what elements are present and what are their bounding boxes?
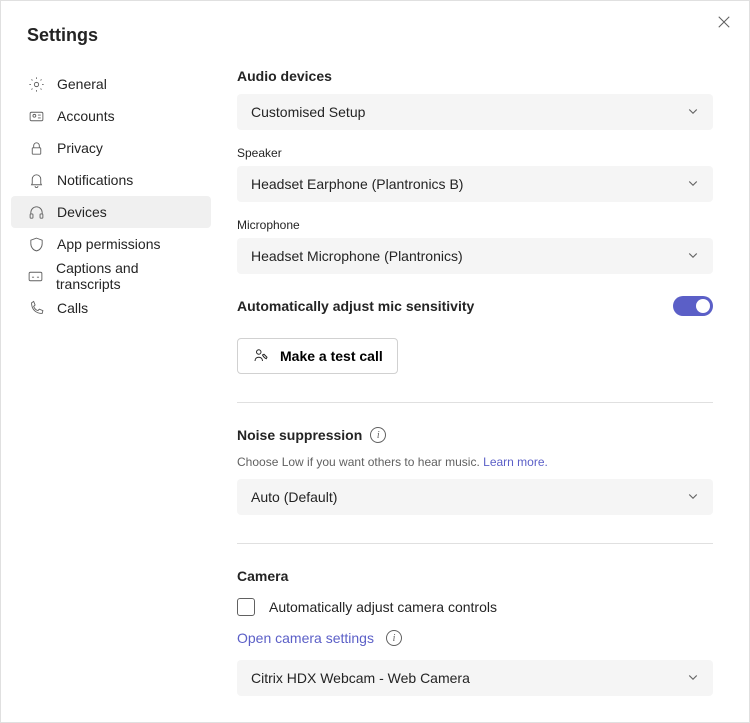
camera-select[interactable]: Citrix HDX Webcam - Web Camera [237, 660, 713, 696]
learn-more-link[interactable]: Learn more. [483, 455, 548, 469]
chevron-down-icon [687, 489, 699, 505]
info-icon[interactable]: i [386, 630, 402, 646]
speaker-value: Headset Earphone (Plantronics B) [251, 176, 463, 192]
captions-icon [27, 267, 44, 285]
audio-device-value: Customised Setup [251, 104, 365, 120]
gear-icon [27, 75, 45, 93]
headset-icon [27, 203, 45, 221]
chevron-down-icon [687, 670, 699, 686]
sidebar-item-label: Captions and transcripts [56, 260, 195, 292]
noise-help-text: Choose Low if you want others to hear mu… [237, 455, 713, 469]
mic-sensitivity-label: Automatically adjust mic sensitivity [237, 298, 474, 314]
microphone-value: Headset Microphone (Plantronics) [251, 248, 463, 264]
audio-devices-heading: Audio devices [237, 68, 713, 84]
microphone-label: Microphone [237, 218, 713, 232]
chevron-down-icon [687, 176, 699, 192]
shield-icon [27, 235, 45, 253]
person-call-icon [252, 346, 270, 367]
auto-adjust-camera-label: Automatically adjust camera controls [269, 599, 497, 615]
noise-suppression-select[interactable]: Auto (Default) [237, 479, 713, 515]
noise-suppression-heading: Noise suppression [237, 427, 362, 443]
chevron-down-icon [687, 248, 699, 264]
mic-sensitivity-toggle[interactable] [673, 296, 713, 316]
speaker-select[interactable]: Headset Earphone (Plantronics B) [237, 166, 713, 202]
phone-icon [27, 299, 45, 317]
close-button[interactable] [717, 15, 733, 31]
speaker-label: Speaker [237, 146, 713, 160]
make-test-call-button[interactable]: Make a test call [237, 338, 398, 374]
audio-device-select[interactable]: Customised Setup [237, 94, 713, 130]
auto-adjust-camera-checkbox[interactable] [237, 598, 255, 616]
camera-heading: Camera [237, 568, 713, 584]
info-icon[interactable]: i [370, 427, 386, 443]
sidebar-item-notifications[interactable]: Notifications [11, 164, 211, 196]
bell-icon [27, 171, 45, 189]
section-divider [237, 402, 713, 403]
lock-icon [27, 139, 45, 157]
sidebar-item-app-permissions[interactable]: App permissions [11, 228, 211, 260]
chevron-down-icon [687, 104, 699, 120]
camera-value: Citrix HDX Webcam - Web Camera [251, 670, 470, 686]
make-test-call-label: Make a test call [280, 348, 383, 364]
section-divider [237, 543, 713, 544]
sidebar-item-privacy[interactable]: Privacy [11, 132, 211, 164]
sidebar-item-devices[interactable]: Devices [11, 196, 211, 228]
settings-sidebar: General Accounts Privacy Notifications D… [1, 68, 211, 696]
open-camera-settings-link[interactable]: Open camera settings [237, 630, 374, 646]
sidebar-item-general[interactable]: General [11, 68, 211, 100]
settings-content: Audio devices Customised Setup Speaker H… [211, 68, 749, 696]
sidebar-item-calls[interactable]: Calls [11, 292, 211, 324]
sidebar-item-label: Notifications [57, 172, 133, 188]
sidebar-item-label: Calls [57, 300, 88, 316]
sidebar-item-accounts[interactable]: Accounts [11, 100, 211, 132]
sidebar-item-captions[interactable]: Captions and transcripts [11, 260, 211, 292]
id-card-icon [27, 107, 45, 125]
page-title: Settings [1, 1, 749, 46]
noise-suppression-value: Auto (Default) [251, 489, 337, 505]
sidebar-item-label: General [57, 76, 107, 92]
sidebar-item-label: Privacy [57, 140, 103, 156]
sidebar-item-label: Devices [57, 204, 107, 220]
sidebar-item-label: Accounts [57, 108, 115, 124]
sidebar-item-label: App permissions [57, 236, 161, 252]
microphone-select[interactable]: Headset Microphone (Plantronics) [237, 238, 713, 274]
